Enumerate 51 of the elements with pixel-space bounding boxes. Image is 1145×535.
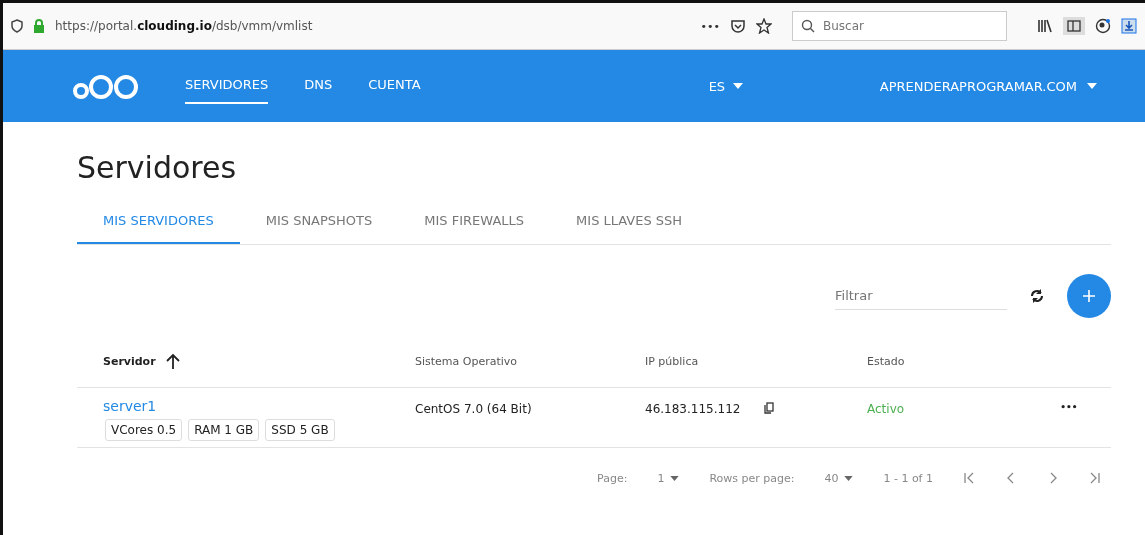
page-range: 1 - 1 of 1 [883, 471, 933, 485]
column-header: Estado [867, 354, 906, 368]
download-icon[interactable] [1121, 18, 1137, 34]
browser-search-field[interactable]: Buscar [792, 11, 1007, 41]
caret-icon [1087, 83, 1097, 89]
column-header[interactable]: Servidor [103, 353, 415, 369]
refresh-icon[interactable] [1029, 288, 1045, 304]
address-bar-url[interactable]: https://portal.clouding.io/dsb/vmm/vmlist [55, 19, 691, 33]
language-selector[interactable]: ES [708, 78, 744, 94]
sort-arrow-icon [165, 353, 180, 369]
library-icon[interactable] [1037, 19, 1053, 33]
caret-icon [733, 83, 744, 89]
nav-link[interactable]: SERVIDORES [185, 68, 269, 104]
caret-icon [670, 475, 680, 481]
add-button[interactable] [1067, 274, 1111, 318]
plus-icon [1083, 290, 1095, 302]
caret-icon [844, 475, 854, 481]
last-page-icon[interactable] [1089, 472, 1101, 484]
nav-link[interactable]: DNS [304, 68, 333, 104]
table-cell: 46.183.115.112 [645, 402, 741, 416]
column-header: IP pública [645, 354, 700, 368]
sidebar-toggle[interactable] [1063, 17, 1085, 35]
page-select[interactable]: 1 [657, 471, 680, 485]
spec-tag: VCores 0.5 [105, 419, 183, 441]
sidebar-icon [1067, 20, 1081, 32]
tab[interactable]: MIS LLAVES SSH [550, 201, 709, 244]
status-text: Activo [867, 401, 906, 418]
shield-icon [11, 19, 23, 33]
first-page-icon[interactable] [963, 472, 975, 484]
more-actions-button[interactable]: ••• [1027, 398, 1111, 441]
tab[interactable]: MIS SNAPSHOTS [239, 201, 399, 244]
rows-per-page-label: Rows per page: [709, 471, 795, 485]
column-header: Sistema Operativo [415, 354, 519, 368]
rows-per-page-select[interactable]: 40 [824, 471, 854, 485]
spec-tag: RAM 1 GB [188, 419, 260, 441]
table-cell-text: CentOS 7.0 (64 Bit) [415, 401, 533, 418]
tab[interactable]: MIS FIREWALLS [398, 201, 551, 244]
server-name-link[interactable]: server1 [103, 398, 157, 414]
account-menu[interactable]: APRENDERAPROGRAMAR.COM [879, 78, 1097, 94]
search-icon [801, 19, 815, 33]
star-icon[interactable] [756, 18, 772, 34]
tab[interactable]: MIS SERVIDORES [77, 201, 240, 244]
page-title: Servidores [77, 150, 238, 185]
spec-tag: SSD 5 GB [265, 419, 335, 441]
nav-link[interactable]: CUENTA [368, 68, 421, 104]
pocket-icon[interactable] [730, 18, 746, 34]
page-label: Page: [597, 471, 628, 485]
lock-icon [33, 19, 45, 33]
copy-icon[interactable] [764, 402, 775, 414]
page-actions-menu[interactable]: ••• [700, 19, 720, 33]
account-icon[interactable] [1095, 18, 1111, 34]
